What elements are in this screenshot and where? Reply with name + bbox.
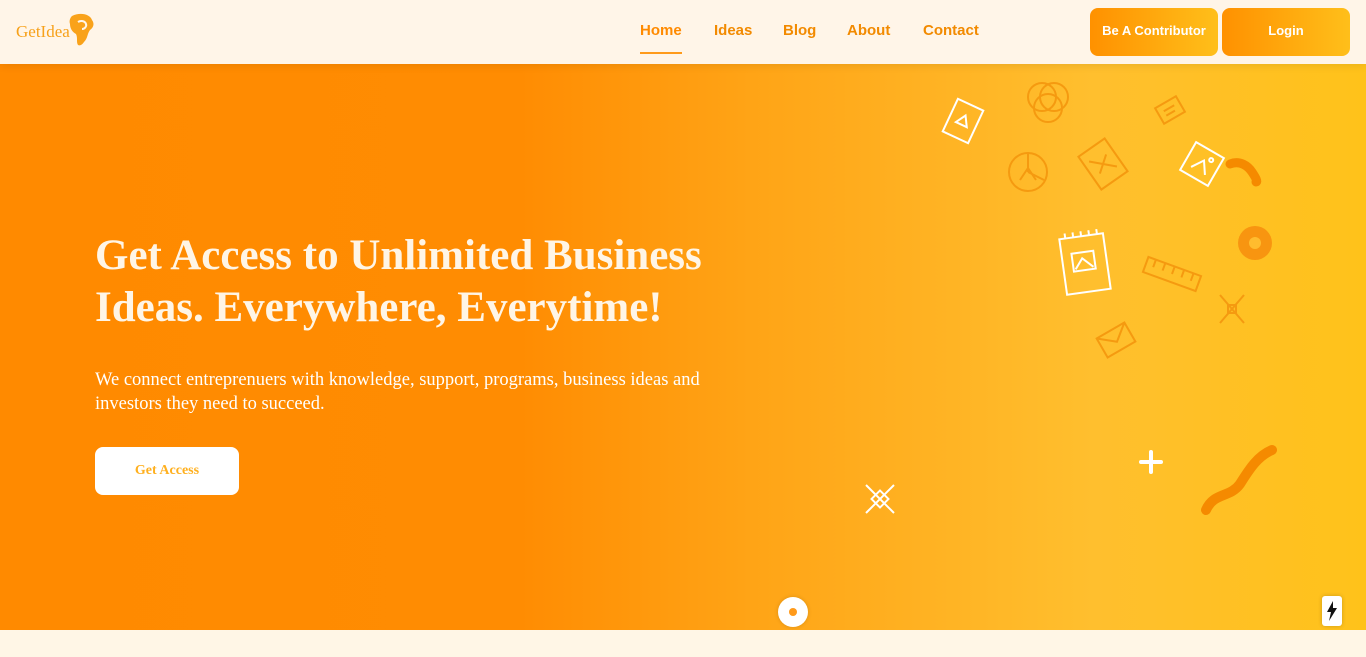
wave-icon (1201, 445, 1277, 515)
nav-ideas[interactable]: Ideas (714, 22, 752, 39)
hero-decorations (865, 82, 1277, 515)
envelope-icon (1095, 321, 1137, 359)
scroll-indicator-icon[interactable] (778, 597, 808, 627)
donut-icon (1238, 226, 1272, 260)
nav-home[interactable]: Home (640, 22, 682, 54)
brand-name: GetIdea (16, 22, 70, 41)
get-access-button[interactable]: Get Access (95, 447, 239, 495)
hero-section: Get Access to Unlimited Business Ideas. … (0, 64, 1366, 630)
pie-chart-icon (1008, 152, 1048, 192)
crossed-pencils-icon (865, 484, 895, 514)
pencil-cross-icon (1219, 294, 1245, 324)
be-a-contributor-button[interactable]: Be A Contributor (1090, 8, 1218, 56)
design-board-icon (1077, 137, 1129, 191)
lightbulb-africa-icon (69, 13, 94, 46)
sketchbook-icon (941, 97, 985, 145)
lightning-icon[interactable] (1322, 596, 1342, 626)
site-header: GetIdea Home Ideas Blog About Contact Be… (0, 0, 1366, 64)
hero-subtitle: We connect entreprenuers with knowledge,… (95, 370, 700, 414)
squiggle-icon (1225, 158, 1262, 187)
next-section-strip (0, 630, 1366, 657)
nav-about[interactable]: About (847, 22, 890, 39)
ruler-icon (1141, 255, 1203, 293)
nav-contact[interactable]: Contact (923, 22, 979, 39)
nav-blog[interactable]: Blog (783, 22, 816, 39)
tools-icon (1153, 94, 1187, 126)
photo-card-icon (1178, 140, 1226, 188)
login-button[interactable]: Login (1222, 8, 1350, 56)
notepad-icon (1058, 228, 1112, 296)
brand-logo[interactable]: GetIdea (16, 12, 96, 52)
plus-icon (1139, 450, 1163, 474)
circles-icon (1027, 82, 1069, 123)
hero-title: Get Access to Unlimited Business Ideas. … (95, 232, 702, 331)
